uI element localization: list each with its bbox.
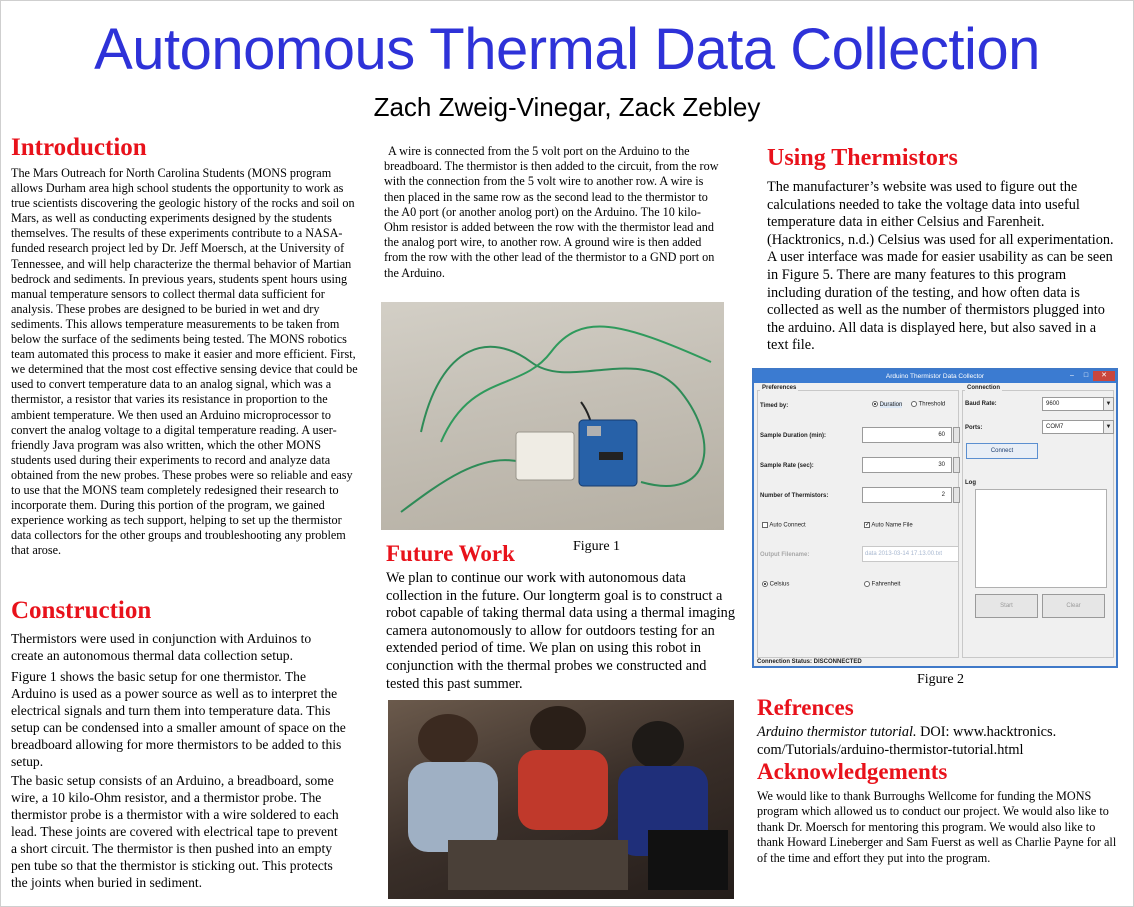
threshold-radio[interactable]: Threshold	[911, 401, 945, 408]
construction-para-2: Figure 1 shows the basic setup for one t…	[11, 669, 346, 769]
ports-label: Ports:	[965, 425, 983, 431]
timed-by-label: Timed by:	[760, 403, 789, 409]
introduction-heading: Introduction	[11, 134, 147, 161]
breadboard-arduino-illustration	[400, 325, 712, 513]
radio-icon	[864, 581, 870, 587]
future-work-heading: Future Work	[386, 541, 515, 566]
sample-rate-input[interactable]: 30	[862, 457, 952, 473]
wiring-description: A wire is connected from the 5 volt port…	[384, 144, 719, 280]
auto-connect-label: Auto Connect	[769, 522, 806, 529]
log-textarea[interactable]	[975, 489, 1107, 588]
celsius-label: Celsius	[769, 581, 790, 588]
construction-para-3: The basic setup consists of an Arduino, …	[11, 773, 339, 890]
using-thermistors-heading: Using Thermistors	[767, 145, 958, 171]
figure2-app-window: Arduino Thermistor Data Collector – □ ✕ …	[752, 368, 1118, 668]
sample-duration-spinner[interactable]	[953, 427, 960, 443]
ports-select[interactable]: COM7 ▼	[1042, 420, 1114, 434]
start-button[interactable]: Start	[975, 594, 1038, 618]
connection-status: Connection Status: DISCONNECTED	[757, 659, 862, 665]
num-thermistors-input[interactable]: 2	[862, 487, 952, 503]
chevron-down-icon: ▼	[1103, 398, 1113, 410]
num-thermistors-spinner[interactable]	[953, 487, 960, 503]
future-work-body: We plan to continue our work with autono…	[386, 570, 735, 692]
auto-name-checkbox[interactable]: ✓ Auto Name File	[864, 522, 913, 529]
chevron-down-icon: ▼	[1103, 421, 1113, 433]
minimize-icon[interactable]: –	[1066, 371, 1078, 381]
poster-title: Autonomous Thermal Data Collection	[94, 17, 1040, 82]
close-icon[interactable]: ✕	[1093, 371, 1115, 381]
clear-button[interactable]: Clear	[1042, 594, 1105, 618]
radio-icon	[762, 581, 768, 587]
connect-button[interactable]: Connect	[966, 443, 1038, 459]
sample-duration-label: Sample Duration (min):	[760, 433, 827, 439]
introduction-body: The Mars Outreach for North Carolina Stu…	[11, 166, 358, 558]
baud-rate-value: 9600	[1046, 401, 1060, 407]
using-thermistors-body: The manufacturer’s website was used to f…	[767, 179, 1114, 354]
duration-radio[interactable]: Duration	[872, 401, 903, 408]
sample-duration-input[interactable]: 60	[862, 427, 952, 443]
preferences-label: Preferences	[760, 385, 799, 391]
figure2-caption: Figure 2	[917, 672, 965, 687]
construction-heading: Construction	[11, 597, 152, 624]
ports-value: COM7	[1046, 424, 1064, 430]
maximize-icon[interactable]: □	[1080, 371, 1092, 381]
baud-rate-select[interactable]: 9600 ▼	[1042, 397, 1114, 411]
output-filename-input[interactable]: data 2013-03-14 17.13.00.txt	[862, 546, 959, 562]
construction-para-1: Thermistors were used in conjunction wit…	[11, 631, 312, 663]
references-heading: Refrences	[757, 695, 854, 720]
fahrenheit-label: Fahrenheit	[871, 581, 901, 588]
acknowledgements-body: We would like to thank Burroughs Wellcom…	[757, 789, 1117, 865]
output-filename-label: Output Filename:	[760, 552, 810, 558]
num-thermistors-label: Number of Thermistors:	[760, 493, 829, 499]
checkmark-icon: ✓	[864, 522, 871, 528]
sample-rate-label: Sample Rate (sec):	[760, 463, 814, 469]
celsius-radio[interactable]: Celsius	[762, 581, 789, 588]
threshold-option: Threshold	[918, 401, 946, 408]
acknowledgements-heading: Acknowledgements	[757, 759, 948, 784]
poster-authors: Zach Zweig-Vinegar, Zack Zebley	[373, 92, 761, 122]
baud-rate-label: Baud Rate:	[965, 401, 997, 407]
figure1-caption: Figure 1	[573, 539, 621, 554]
radio-icon	[911, 401, 917, 407]
references-body: Arduino thermistor tutorial. DOI: www.ha…	[757, 724, 1107, 759]
checkbox-icon	[762, 522, 768, 528]
figure-students-photo	[388, 700, 734, 899]
students-working-illustration	[408, 706, 728, 890]
radio-icon	[872, 401, 878, 407]
fahrenheit-radio[interactable]: Fahrenheit	[864, 581, 900, 588]
duration-option: Duration	[879, 401, 903, 408]
window-title-bar: Arduino Thermistor Data Collector	[754, 370, 1116, 383]
log-label: Log	[965, 480, 976, 486]
connection-label: Connection	[965, 385, 1002, 391]
figure1-photo	[381, 302, 724, 530]
auto-connect-checkbox[interactable]: Auto Connect	[762, 522, 806, 529]
sample-rate-spinner[interactable]	[953, 457, 960, 473]
auto-name-label: Auto Name File	[871, 522, 913, 529]
reference-title: Arduino thermistor tutorial.	[757, 724, 917, 740]
